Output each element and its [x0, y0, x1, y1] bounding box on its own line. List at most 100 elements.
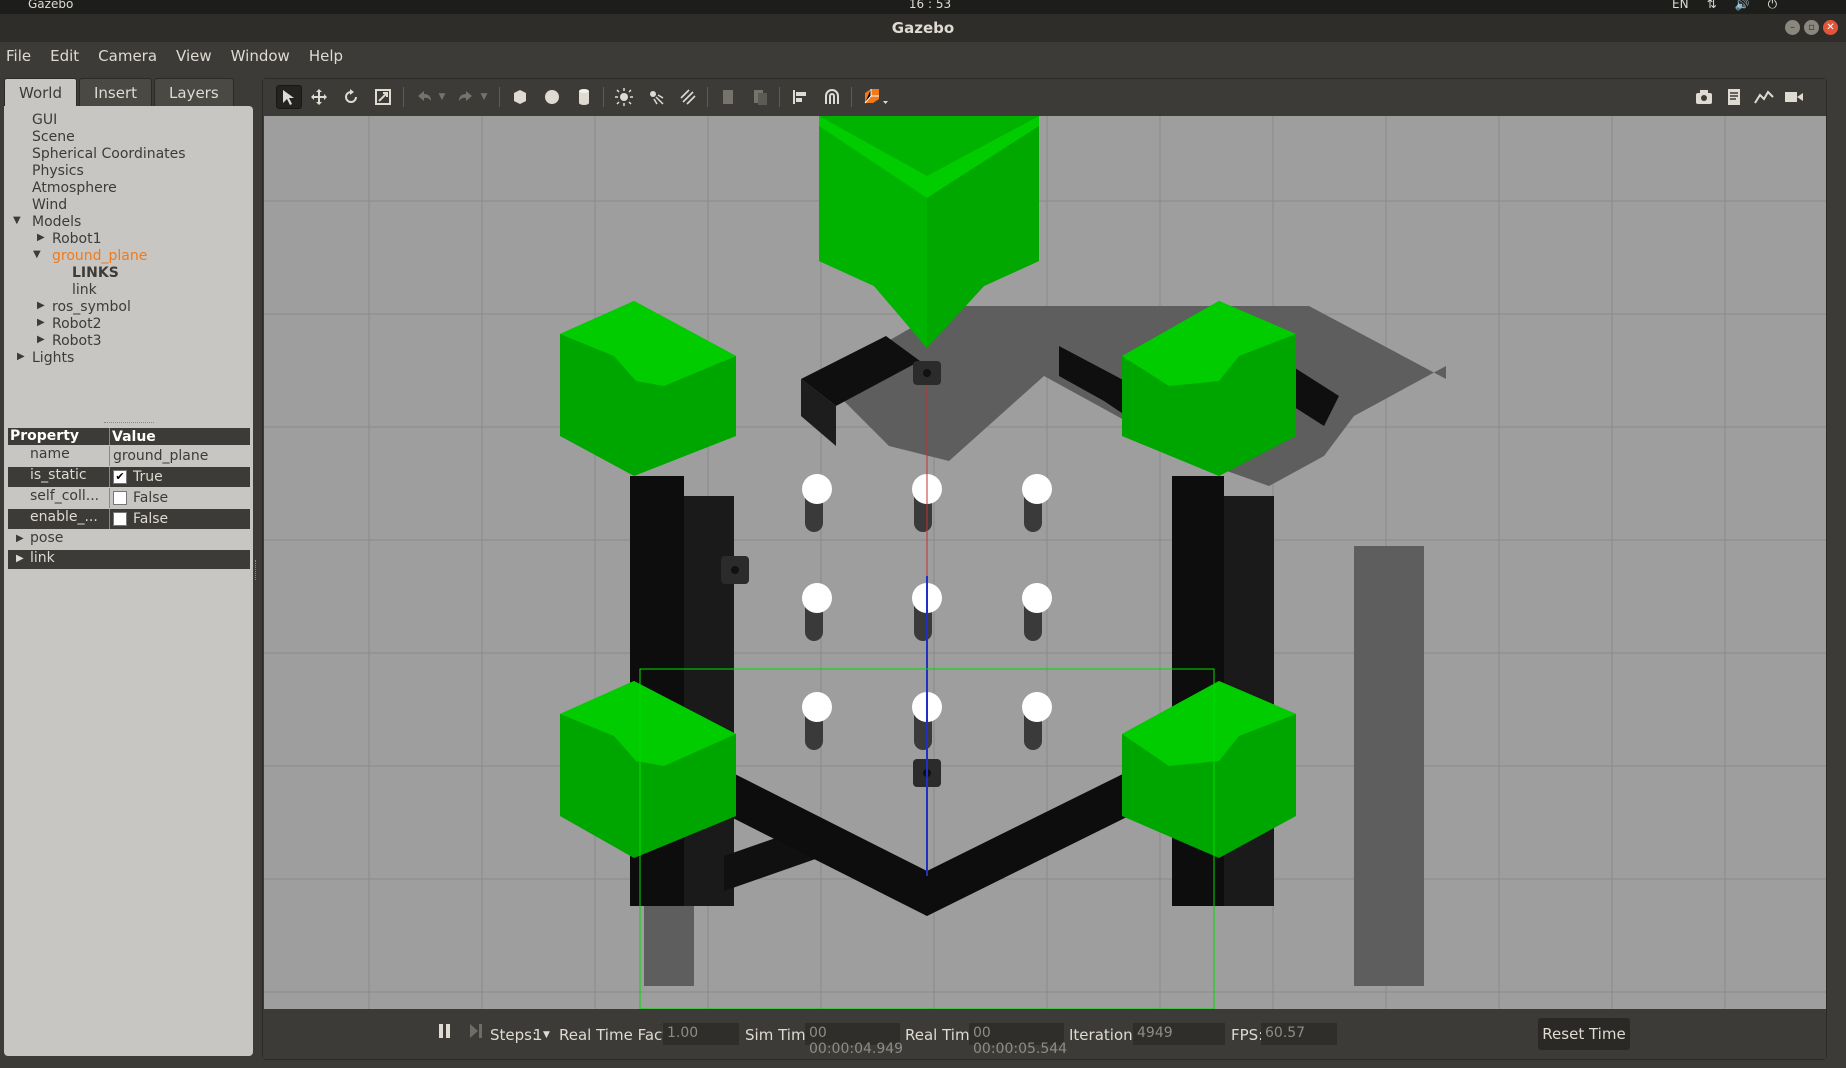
- directional-light-icon[interactable]: [675, 85, 701, 109]
- main-render-area: ▼ ▼ Steps: 1 ▼ Real Time Factor: 1.00 Si…: [262, 78, 1827, 1060]
- property-group-link[interactable]: ▶ link: [8, 550, 250, 570]
- sim-time-field: 00 00:00:04.949: [805, 1023, 903, 1057]
- property-header: Property Value: [8, 428, 250, 446]
- volume-icon[interactable]: 🔊: [1735, 0, 1750, 12]
- paste-icon[interactable]: [747, 85, 773, 109]
- cylinder-shape-icon[interactable]: [571, 85, 597, 109]
- undo-dropdown-icon[interactable]: ▼: [435, 85, 449, 109]
- minimize-icon[interactable]: –: [1785, 20, 1800, 35]
- steps-value[interactable]: 1: [533, 1026, 543, 1044]
- tree-item-robot2[interactable]: ▶ Robot2: [4, 316, 253, 333]
- scene-viewport[interactable]: [264, 116, 1826, 1009]
- tree-item-atmosphere[interactable]: Atmosphere: [4, 180, 253, 197]
- app-menu-label[interactable]: Gazebo: [28, 0, 73, 11]
- toolbar: ▼ ▼: [263, 79, 1826, 115]
- collapsed-arrow-icon[interactable]: ▶: [37, 232, 45, 243]
- reset-time-button[interactable]: Reset Time: [1538, 1018, 1630, 1050]
- menu-camera[interactable]: Camera: [98, 42, 166, 70]
- menu-window[interactable]: Window: [231, 42, 299, 70]
- tree-item-gui[interactable]: GUI: [4, 112, 253, 129]
- group-label: link: [30, 550, 55, 566]
- robot-1[interactable]: [913, 361, 941, 385]
- collapsed-arrow-icon[interactable]: ▶: [37, 317, 45, 328]
- translate-mode-icon[interactable]: [306, 85, 332, 109]
- panel-tabs: World Insert Layers: [4, 78, 253, 106]
- menu-bar: File Edit Camera View Window Help: [0, 42, 1846, 70]
- tab-world[interactable]: World: [4, 78, 77, 106]
- scale-mode-icon[interactable]: [370, 85, 396, 109]
- tree-item-models[interactable]: ▼ Models: [4, 214, 253, 231]
- tab-layers[interactable]: Layers: [154, 78, 234, 106]
- undo-icon[interactable]: [411, 85, 437, 109]
- checkbox-unchecked[interactable]: [113, 512, 127, 526]
- property-value[interactable]: ground_plane: [110, 446, 250, 466]
- property-key: enable_...: [8, 509, 110, 529]
- property-key: name: [8, 446, 110, 466]
- tree-item-robot1[interactable]: ▶ Robot1: [4, 231, 253, 248]
- tree-item-scene[interactable]: Scene: [4, 129, 253, 146]
- real-time-field: 00 00:00:05.544: [969, 1023, 1067, 1057]
- redo-dropdown-icon[interactable]: ▼: [477, 85, 491, 109]
- system-tray: EN ⇅ 🔊 ⏻: [1672, 0, 1777, 12]
- checkbox-checked[interactable]: ✔: [113, 470, 127, 484]
- tree-item-label: Robot1: [52, 231, 102, 247]
- property-row-name: name ground_plane: [8, 446, 250, 467]
- panel-resize-handle[interactable]: [104, 422, 154, 424]
- align-icon[interactable]: [787, 85, 813, 109]
- view-angle-icon[interactable]: [859, 85, 893, 109]
- steps-dropdown-icon[interactable]: ▼: [543, 1030, 550, 1040]
- rotate-mode-icon[interactable]: [338, 85, 364, 109]
- tree-item-lights[interactable]: ▶ Lights: [4, 350, 253, 367]
- tree-item-label: Models: [32, 214, 82, 230]
- tree-item-physics[interactable]: Physics: [4, 163, 253, 180]
- maximize-icon[interactable]: ▫: [1804, 20, 1819, 35]
- robot-2[interactable]: [721, 556, 749, 584]
- step-icon[interactable]: [468, 1022, 484, 1044]
- menu-file[interactable]: File: [6, 42, 40, 70]
- sphere-shape-icon[interactable]: [539, 85, 565, 109]
- menu-help[interactable]: Help: [309, 42, 352, 70]
- property-key: is_static: [8, 467, 110, 487]
- property-group-pose[interactable]: ▶ pose: [8, 530, 250, 550]
- close-icon[interactable]: ✕: [1823, 20, 1838, 35]
- tree-item-spherical-coordinates[interactable]: Spherical Coordinates: [4, 146, 253, 163]
- system-top-bar: Gazebo 16 : 53 EN ⇅ 🔊 ⏻: [0, 0, 1846, 14]
- tab-insert[interactable]: Insert: [79, 78, 153, 106]
- tree-item-ros-symbol[interactable]: ▶ ros_symbol: [4, 299, 253, 316]
- tree-item-link[interactable]: link: [4, 282, 253, 299]
- pause-icon[interactable]: [437, 1022, 453, 1044]
- iterations-field: 4949: [1133, 1023, 1225, 1045]
- collapsed-arrow-icon[interactable]: ▶: [16, 533, 24, 544]
- plot-icon[interactable]: [1751, 85, 1777, 109]
- expanded-arrow-icon[interactable]: ▼: [13, 215, 21, 226]
- log-icon[interactable]: [1721, 85, 1747, 109]
- snap-icon[interactable]: [819, 85, 845, 109]
- language-indicator[interactable]: EN: [1672, 0, 1689, 12]
- power-icon[interactable]: ⏻: [1768, 0, 1778, 12]
- panel-splitter[interactable]: [255, 560, 258, 580]
- tree-item-wind[interactable]: Wind: [4, 197, 253, 214]
- collapsed-arrow-icon[interactable]: ▶: [16, 553, 24, 564]
- expanded-arrow-icon[interactable]: ▼: [33, 249, 41, 260]
- tree-item-ground-plane[interactable]: ▼ ground_plane: [4, 248, 253, 265]
- select-mode-icon[interactable]: [276, 85, 302, 109]
- copy-icon[interactable]: [715, 85, 741, 109]
- collapsed-arrow-icon[interactable]: ▶: [37, 334, 45, 345]
- checkbox-unchecked[interactable]: [113, 491, 127, 505]
- menu-edit[interactable]: Edit: [50, 42, 88, 70]
- tree-item-robot3[interactable]: ▶ Robot3: [4, 333, 253, 350]
- box-shape-icon[interactable]: [507, 85, 533, 109]
- menu-view[interactable]: View: [176, 42, 221, 70]
- window-title: Gazebo: [891, 19, 955, 37]
- property-value: True: [133, 469, 163, 485]
- spot-light-icon[interactable]: [643, 85, 669, 109]
- collapsed-arrow-icon[interactable]: ▶: [17, 351, 25, 362]
- property-value: False: [133, 490, 169, 506]
- network-icon[interactable]: ⇅: [1707, 0, 1717, 12]
- screenshot-icon[interactable]: [1691, 85, 1717, 109]
- video-record-icon[interactable]: [1781, 85, 1807, 109]
- point-light-icon[interactable]: [611, 85, 637, 109]
- left-panel: World Insert Layers GUI Scene Spherical …: [4, 78, 253, 1056]
- collapsed-arrow-icon[interactable]: ▶: [37, 300, 45, 311]
- redo-icon[interactable]: [453, 85, 479, 109]
